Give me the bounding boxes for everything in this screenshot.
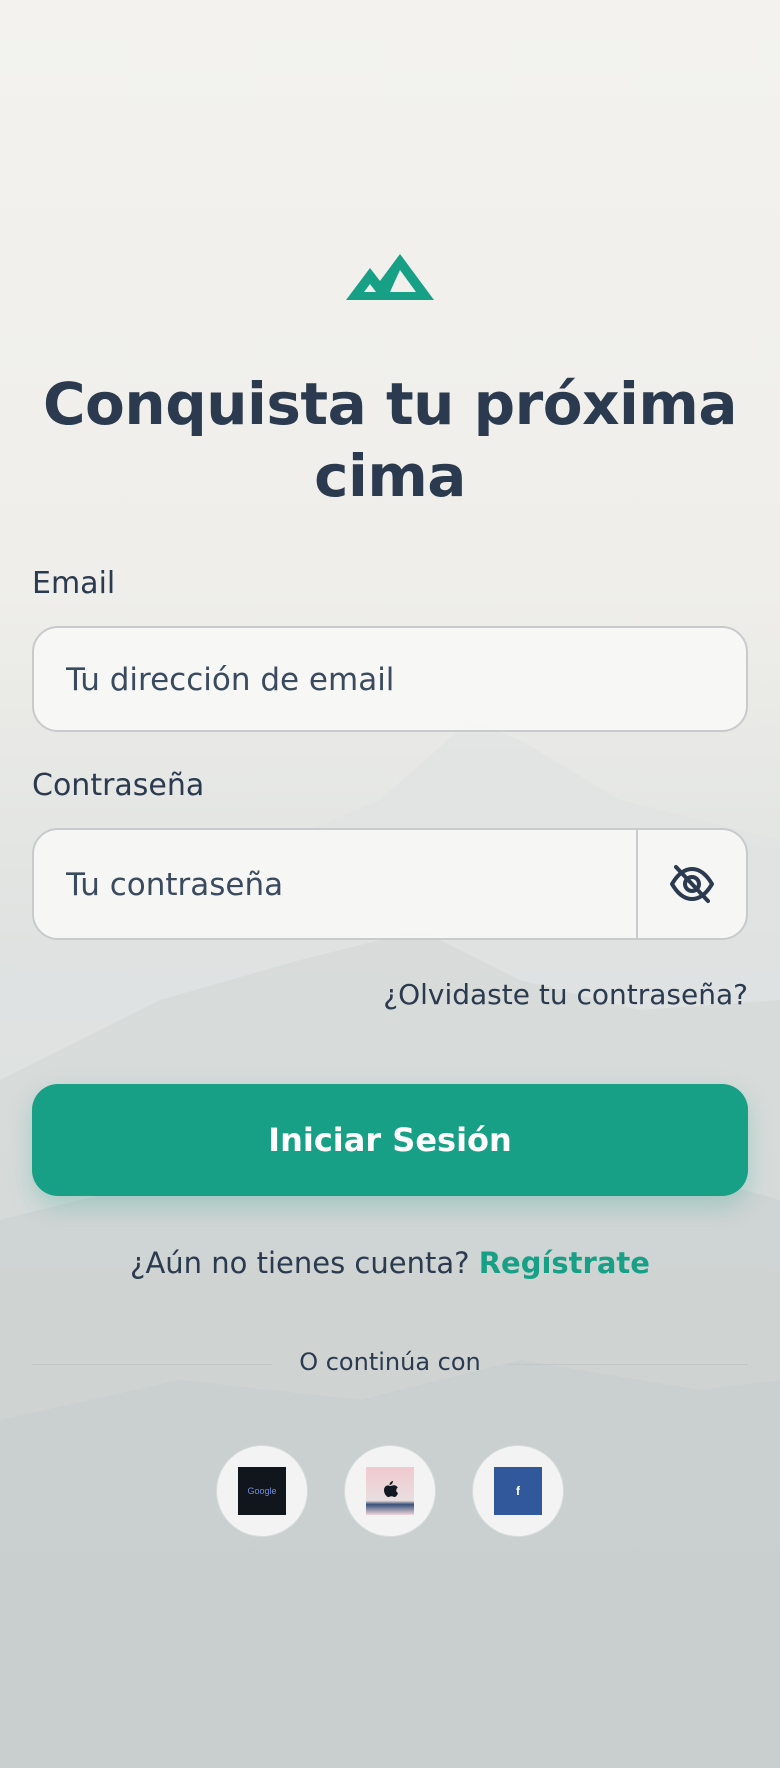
password-field[interactable] [64,830,628,940]
email-field[interactable] [64,628,628,732]
apple-login-button[interactable] [344,1445,436,1537]
email-field-container [32,626,748,732]
signup-link[interactable]: Regístrate [479,1246,650,1280]
signup-text: ¿Aún no tienes cuenta? [130,1246,470,1280]
mountain-logo-icon [346,254,434,300]
google-login-button[interactable]: Google [216,1445,308,1537]
apple-logo-glyph [384,1481,398,1497]
password-label: Contraseña [32,768,205,803]
google-icon: Google [238,1467,286,1515]
forgot-password-link[interactable]: ¿Olvidaste tu contraseña? [383,978,748,1011]
login-button[interactable]: Iniciar Sesión [32,1084,748,1196]
google-logo-text: Google [247,1486,277,1496]
password-field-container [32,828,748,940]
facebook-icon: f [494,1467,542,1515]
divider-text: O continúa con [299,1348,481,1376]
apple-icon [366,1467,414,1515]
facebook-login-button[interactable]: f [472,1445,564,1537]
facebook-logo-text: f [516,1484,520,1498]
email-label: Email [32,566,116,601]
page-title: Conquista tu próxima cima [42,370,738,510]
toggle-password-visibility-button[interactable] [636,830,746,938]
login-screen: Conquista tu próxima cima Email Contrase… [0,0,780,1768]
eye-off-icon [670,865,714,903]
divider-line-right [508,1364,748,1365]
signup-prompt: ¿Aún no tienes cuenta? Regístrate [0,1246,780,1280]
